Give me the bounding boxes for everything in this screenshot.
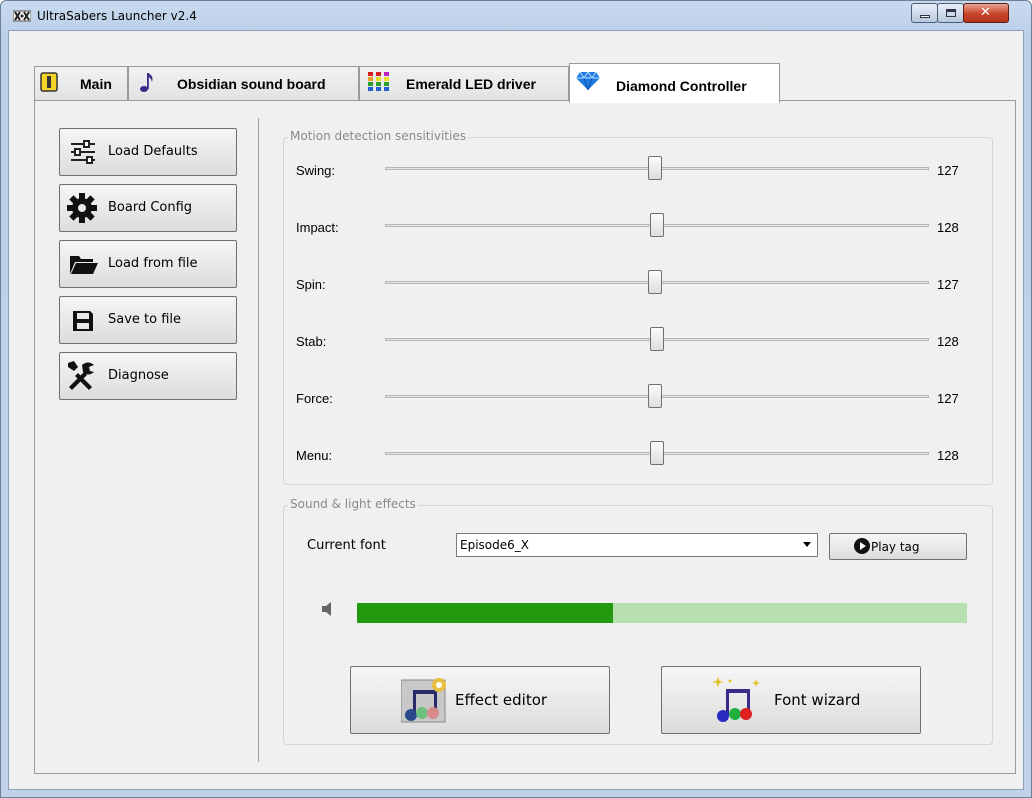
tools-icon	[68, 361, 94, 390]
load-defaults-button[interactable]: Load Defaults	[59, 128, 237, 176]
force-label: Force:	[296, 391, 333, 406]
tab-main[interactable]: Main	[34, 66, 128, 100]
current-font-value: Episode6_X	[460, 538, 529, 552]
minimize-icon	[920, 15, 930, 18]
load-from-file-label: Load from file	[108, 256, 198, 271]
stab-label: Stab:	[296, 334, 327, 349]
current-font-label: Current font	[307, 538, 386, 553]
led-bars-icon	[368, 72, 389, 91]
tab-diamond[interactable]: Diamond Controller	[569, 63, 780, 103]
impact-label: Impact:	[296, 220, 339, 235]
tab-emerald-label: Emerald LED driver	[406, 76, 536, 92]
effects-group-title: Sound & light effects	[288, 497, 418, 511]
force-value: 127	[937, 391, 959, 406]
spin-value: 127	[937, 277, 959, 292]
close-button[interactable]: ✕	[963, 3, 1009, 23]
motion-group	[283, 137, 993, 485]
effect-editor-label: Effect editor	[455, 691, 548, 709]
dropdown-arrow-icon	[803, 542, 811, 547]
tab-emerald[interactable]: Emerald LED driver	[359, 66, 569, 100]
swing-label: Swing:	[296, 163, 336, 178]
close-icon: ✕	[980, 5, 991, 20]
stab-value: 128	[937, 334, 959, 349]
spin-slider-thumb[interactable]	[648, 270, 662, 294]
vertical-separator	[258, 118, 259, 762]
menu-label: Menu:	[296, 448, 333, 463]
board-config-button[interactable]: Board Config	[59, 184, 237, 232]
save-to-file-button[interactable]: Save to file	[59, 296, 237, 344]
force-slider-thumb[interactable]	[648, 384, 662, 408]
music-note-icon	[140, 73, 153, 92]
board-config-label: Board Config	[108, 200, 193, 215]
impact-slider-thumb[interactable]	[650, 213, 664, 237]
effect-editor-button[interactable]: Effect editor	[350, 666, 610, 734]
font-wizard-icon	[712, 677, 760, 722]
tab-obsidian-label: Obsidian sound board	[177, 76, 326, 92]
sliders-icon	[71, 140, 95, 164]
play-tag-label: Play tag	[871, 540, 920, 554]
volume-bar[interactable]	[357, 603, 967, 623]
menu-value: 128	[937, 448, 959, 463]
save-to-file-label: Save to file	[108, 312, 182, 327]
gear-icon	[67, 193, 97, 223]
tab-main-label: Main	[80, 76, 112, 92]
title-bar[interactable]: UltraSabers Launcher v2.4 ✕	[1, 1, 1031, 31]
spin-label: Spin:	[296, 277, 326, 292]
swing-value: 127	[937, 163, 959, 178]
play-circle-icon	[854, 538, 870, 554]
tab-obsidian[interactable]: Obsidian sound board	[128, 66, 359, 100]
impact-value: 128	[937, 220, 959, 235]
font-wizard-label: Font wizard	[774, 691, 861, 709]
diagnose-label: Diagnose	[108, 368, 169, 383]
speaker-icon	[322, 602, 331, 616]
motion-group-title: Motion detection sensitivities	[288, 129, 468, 143]
load-defaults-label: Load Defaults	[108, 144, 198, 159]
stab-slider-thumb[interactable]	[650, 327, 664, 351]
minimize-button[interactable]	[911, 3, 938, 23]
main-tab-icon	[40, 72, 58, 92]
diamond-icon	[576, 72, 600, 90]
menu-slider-thumb[interactable]	[650, 441, 664, 465]
load-from-file-button[interactable]: Load from file	[59, 240, 237, 288]
volume-fill	[357, 603, 614, 623]
diagnose-button[interactable]: Diagnose	[59, 352, 237, 400]
ultrasabers-logo-icon	[13, 10, 31, 22]
window-title: UltraSabers Launcher v2.4	[37, 9, 197, 23]
maximize-button[interactable]	[937, 3, 964, 23]
effect-editor-icon	[401, 678, 446, 723]
folder-open-icon	[70, 256, 98, 274]
current-font-select[interactable]: Episode6_X	[456, 533, 818, 557]
font-wizard-button[interactable]: Font wizard	[661, 666, 921, 734]
play-tag-button[interactable]: Play tag	[829, 533, 967, 560]
maximize-icon	[946, 9, 956, 17]
swing-slider-thumb[interactable]	[648, 156, 662, 180]
tab-diamond-label: Diamond Controller	[616, 78, 747, 94]
floppy-disk-icon	[73, 311, 93, 331]
